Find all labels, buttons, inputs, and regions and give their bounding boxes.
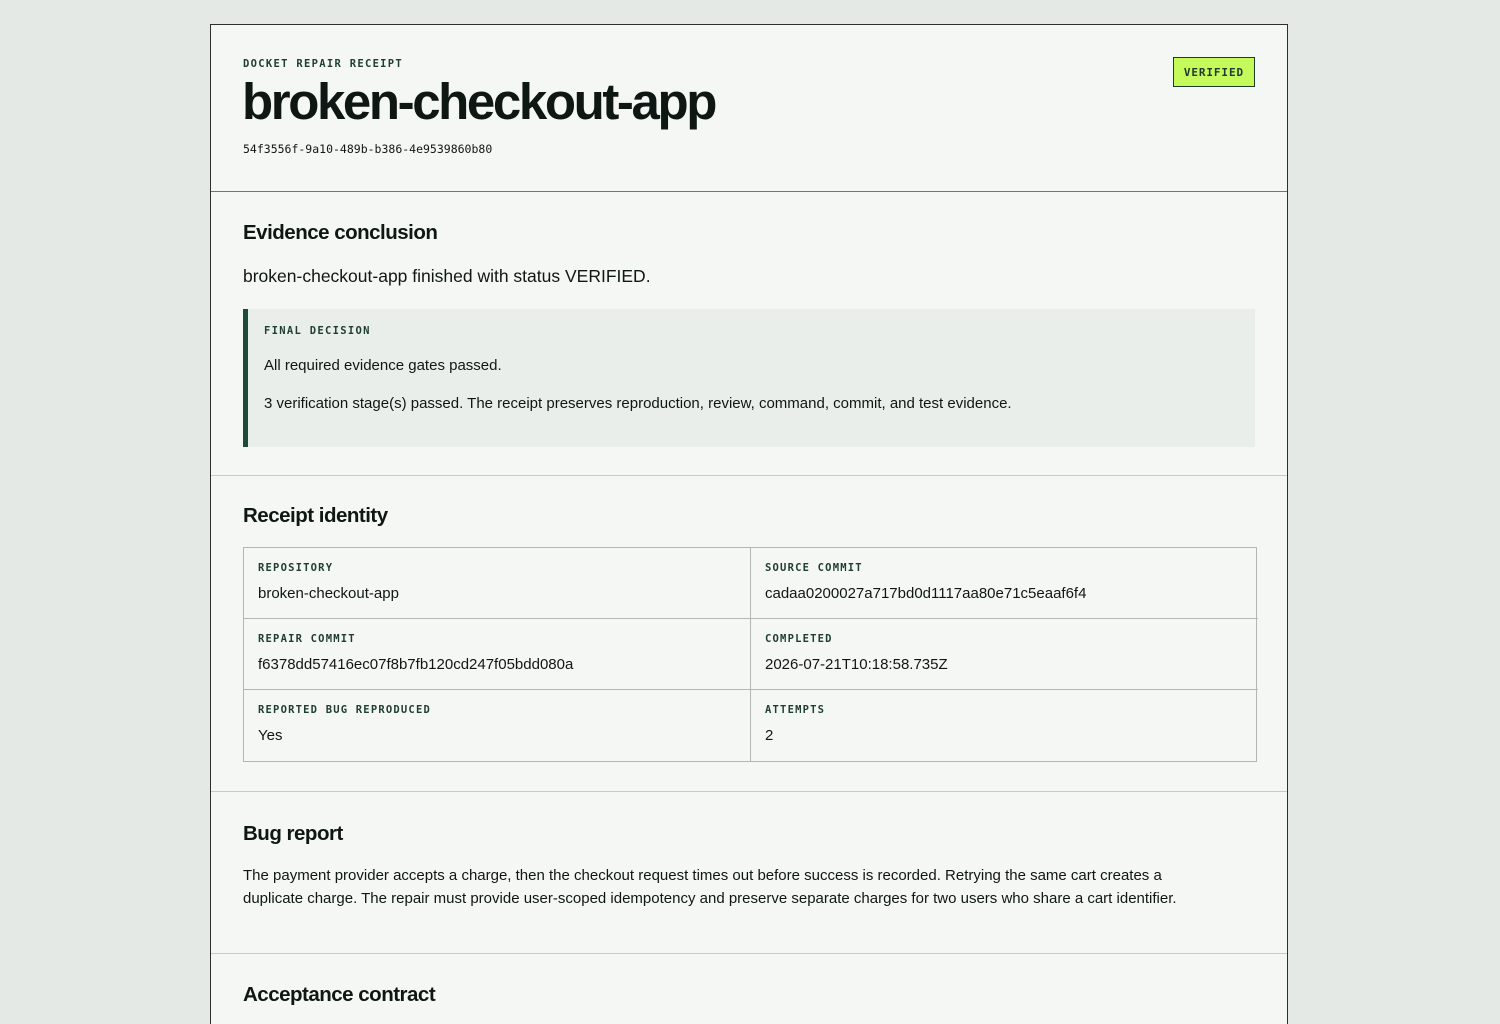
bug-report-text: The payment provider accepts a charge, t…: [243, 867, 1177, 907]
field-value: f6378dd57416ec07f8b7fb120cd247f05bdd080a: [258, 656, 574, 673]
page-title: broken-checkout-app: [242, 73, 717, 130]
field-label: REPOSITORY: [258, 562, 334, 574]
field-label: SOURCE COMMIT: [765, 562, 863, 574]
receipt-header: DOCKET REPAIR RECEIPT broken-checkout-ap…: [211, 25, 1287, 192]
identity-grid: REPOSITORY broken-checkout-app SOURCE CO…: [243, 547, 1258, 762]
identity-cell-completed: COMPLETED 2026-07-21T10:18:58.735Z: [751, 619, 1258, 690]
evidence-conclusion-section: Evidence conclusion broken-checkout-app …: [211, 192, 1287, 476]
field-value: 2026-07-21T10:18:58.735Z: [765, 656, 948, 673]
field-value: cadaa0200027a717bd0d1117aa80e71c5eaaf6f4: [765, 585, 1087, 602]
field-value: 2: [765, 727, 774, 744]
bug-report-section: Bug report The payment provider accepts …: [211, 792, 1287, 954]
identity-cell-repair-commit: REPAIR COMMIT f6378dd57416ec07f8b7fb120c…: [244, 619, 751, 690]
receipt-eyebrow: DOCKET REPAIR RECEIPT: [243, 58, 404, 70]
receipt-identity-section: Receipt identity REPOSITORY broken-check…: [211, 476, 1287, 792]
identity-cell-repository: REPOSITORY broken-checkout-app: [244, 548, 751, 619]
conclusion-summary: broken-checkout-app finished with status…: [243, 266, 651, 286]
field-value: broken-checkout-app: [258, 585, 399, 602]
identity-cell-source-commit: SOURCE COMMIT cadaa0200027a717bd0d1117aa…: [751, 548, 1258, 619]
final-decision-line: All required evidence gates passed.: [264, 357, 502, 374]
acceptance-contract-heading: Acceptance contract: [243, 983, 436, 1006]
receipt-sheet: DOCKET REPAIR RECEIPT broken-checkout-ap…: [210, 24, 1288, 1024]
receipt-identity-heading: Receipt identity: [243, 504, 388, 527]
field-label: REPAIR COMMIT: [258, 633, 356, 645]
final-decision-detail: 3 verification stage(s) passed. The rece…: [264, 395, 1012, 412]
field-label: COMPLETED: [765, 633, 833, 645]
acceptance-contract-section: Acceptance contract: [211, 954, 1287, 1014]
identity-cell-bug-reproduced: REPORTED BUG REPRODUCED Yes: [244, 690, 751, 761]
field-value: Yes: [258, 727, 283, 744]
field-label: ATTEMPTS: [765, 704, 826, 716]
run-id: 54f3556f-9a10-489b-b386-4e9539860b80: [243, 142, 493, 156]
final-decision-callout: FINAL DECISION All required evidence gat…: [243, 309, 1255, 447]
bug-report-heading: Bug report: [243, 822, 343, 845]
evidence-conclusion-heading: Evidence conclusion: [243, 221, 438, 244]
final-decision-label: FINAL DECISION: [264, 325, 371, 337]
field-label: REPORTED BUG REPRODUCED: [258, 704, 431, 716]
identity-cell-attempts: ATTEMPTS 2: [751, 690, 1258, 761]
status-badge: VERIFIED: [1172, 57, 1255, 87]
